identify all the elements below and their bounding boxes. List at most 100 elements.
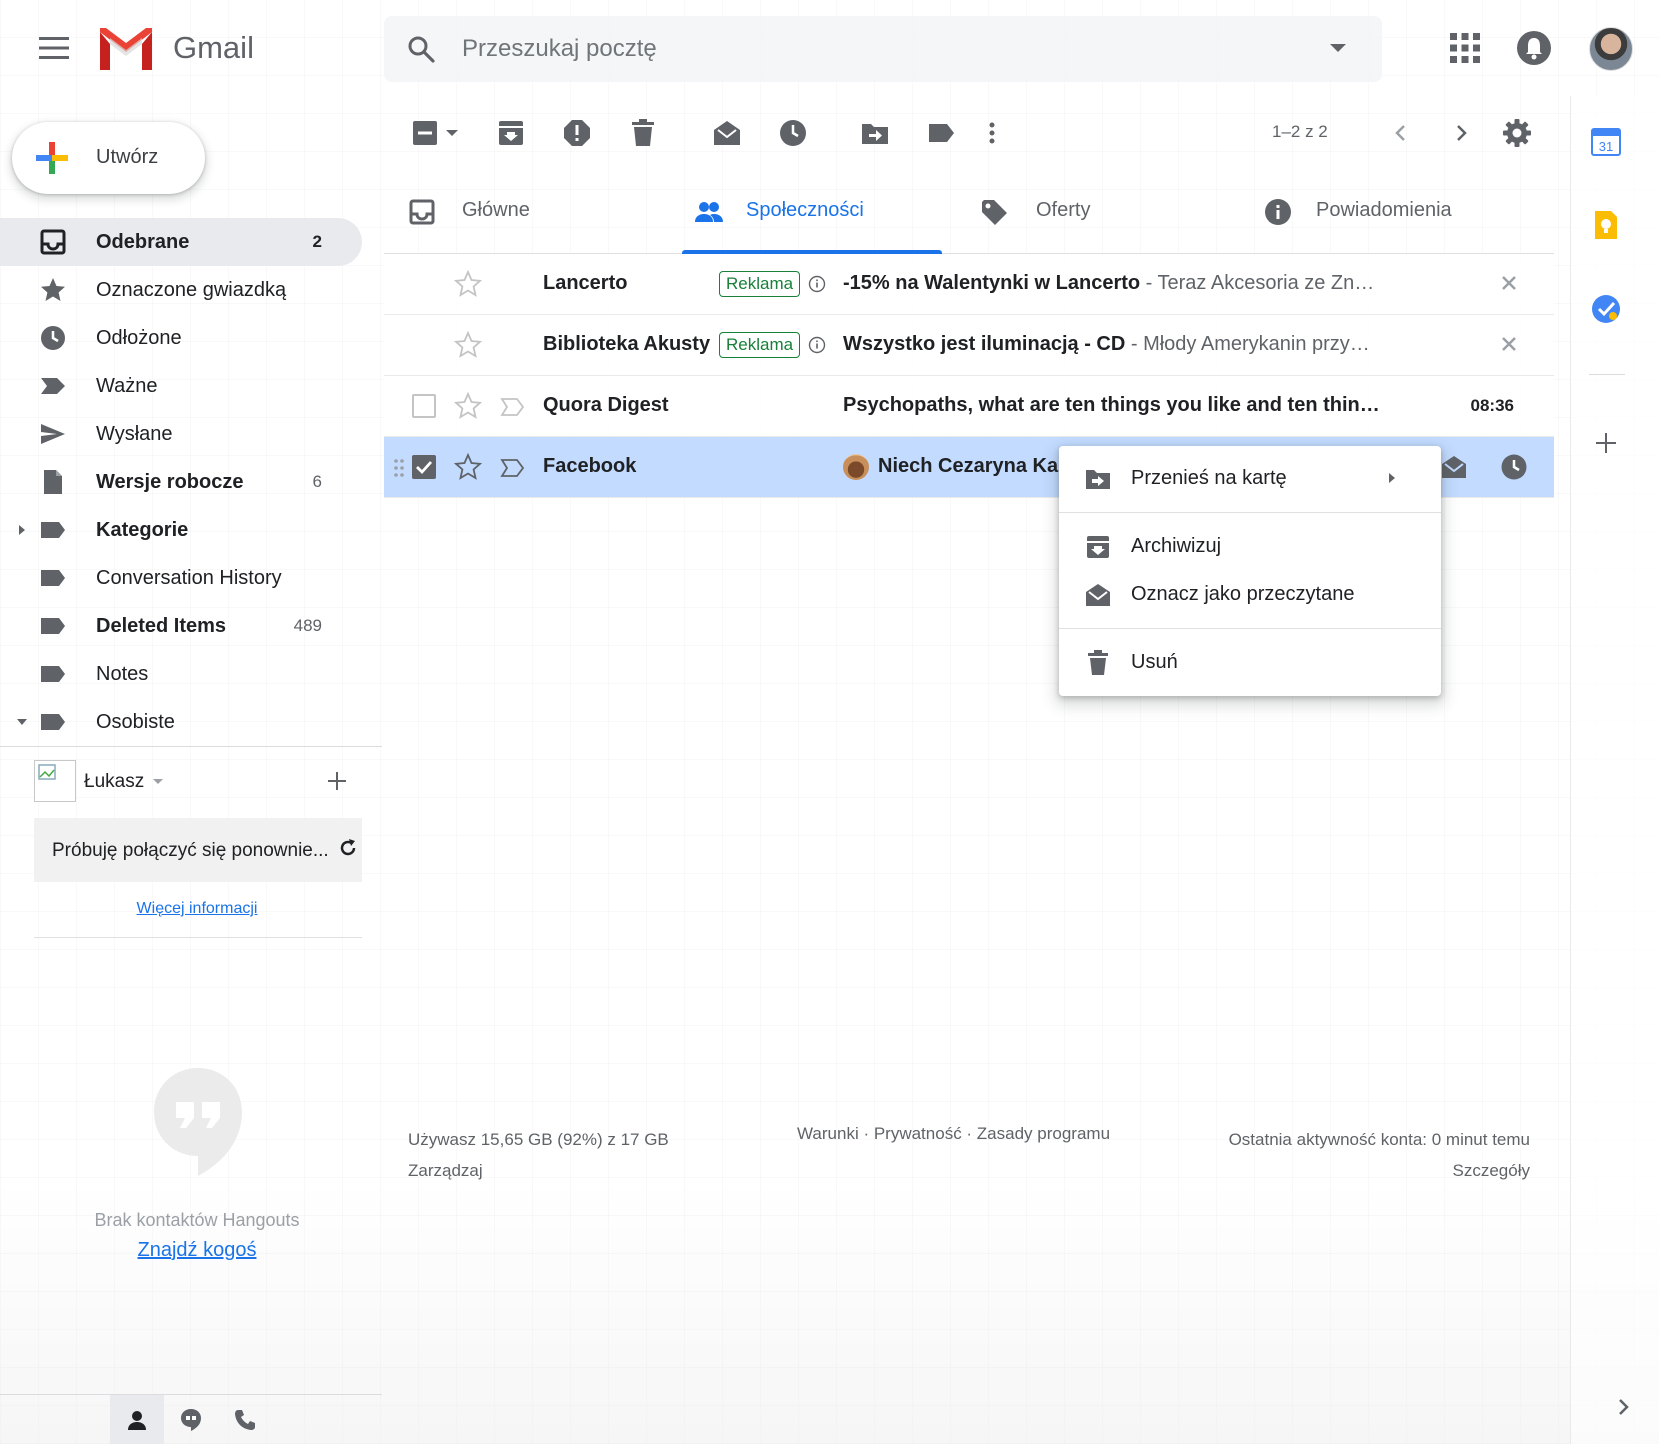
ad-info-icon[interactable]	[808, 336, 826, 354]
nav-item-notes[interactable]: Notes	[0, 650, 362, 698]
mark-read-icon[interactable]	[1440, 453, 1468, 481]
account-avatar[interactable]	[1589, 27, 1633, 71]
nav-item-inbox[interactable]: Odebrane 2	[0, 218, 362, 266]
ad-info-icon[interactable]	[808, 275, 826, 293]
notifications-bell-icon[interactable]	[1516, 30, 1552, 66]
find-someone-link[interactable]: Znajdź kogoś	[0, 1239, 394, 1262]
row-checkbox-checked[interactable]	[412, 455, 436, 479]
more-info-link[interactable]: Więcej informacji	[0, 900, 394, 918]
nav-item-conversation-history[interactable]: Conversation History	[0, 554, 362, 602]
star-outline-icon[interactable]	[454, 392, 482, 420]
nav-item-sent[interactable]: Wysłane	[0, 410, 362, 458]
report-spam-icon[interactable]	[562, 118, 592, 148]
email-subject-line: -15% na Walentynki w Lancerto - Teraz Ak…	[843, 272, 1433, 295]
divider	[0, 746, 382, 747]
star-outline-icon[interactable]	[454, 453, 482, 481]
hangouts-user[interactable]: Łukasz	[34, 760, 364, 804]
settings-gear-icon[interactable]	[1502, 118, 1532, 148]
drag-handle-icon[interactable]	[392, 457, 406, 479]
star-outline-icon[interactable]	[454, 270, 482, 298]
last-activity-text: Ostatnia aktywność konta: 0 minut temu	[1228, 1130, 1530, 1149]
row-checkbox[interactable]	[412, 394, 436, 418]
tab-social[interactable]: Społeczności	[682, 170, 942, 254]
tab-contacts[interactable]	[110, 1395, 164, 1444]
email-sender: Biblioteka Akusty	[543, 333, 711, 355]
email-time: 08:36	[1470, 396, 1514, 415]
menu-item-move-to-tab[interactable]: Przenieś na kartę	[1059, 454, 1441, 502]
label-icon	[40, 517, 66, 543]
add-contact-icon[interactable]	[324, 768, 350, 794]
label-icon	[40, 613, 66, 639]
send-icon	[40, 421, 66, 447]
app-name: Gmail	[173, 30, 254, 65]
snooze-icon[interactable]	[778, 118, 808, 148]
mark-read-icon[interactable]	[712, 118, 742, 148]
star-outline-icon[interactable]	[454, 331, 482, 359]
compose-button[interactable]: Utwórz	[12, 122, 205, 194]
nav-item-drafts[interactable]: Wersje robocze 6	[0, 458, 362, 506]
tab-updates[interactable]: Powiadomienia	[1264, 170, 1554, 254]
label-as-icon[interactable]	[926, 118, 956, 148]
refresh-icon[interactable]	[338, 838, 358, 858]
tab-primary[interactable]: Główne	[384, 170, 642, 254]
dismiss-ad-icon[interactable]	[1500, 274, 1518, 292]
archive-icon[interactable]	[496, 118, 526, 148]
hangouts-user-name[interactable]: Łukasz	[84, 771, 144, 793]
activity-details-link[interactable]: Szczegóły	[1453, 1161, 1530, 1180]
nav-item-personal[interactable]: Osobiste	[0, 698, 362, 746]
newer-chevron-left-icon[interactable]	[1386, 118, 1416, 148]
calendar-icon[interactable]: 31	[1589, 124, 1623, 158]
menu-item-mark-read[interactable]: Oznacz jako przeczytane	[1059, 570, 1441, 618]
collapse-arrow-icon[interactable]	[15, 715, 29, 729]
submenu-arrow-icon	[1387, 472, 1397, 484]
email-subject: Psychopaths, what are ten things you lik…	[843, 394, 1380, 416]
no-contacts-text: Brak kontaktów Hangouts	[94, 1210, 300, 1230]
manage-storage-link[interactable]: Zarządzaj	[408, 1161, 483, 1180]
search-options-caret-icon[interactable]	[1328, 42, 1348, 56]
menu-item-delete[interactable]: Usuń	[1059, 638, 1441, 686]
tag-icon	[980, 198, 1008, 226]
move-to-icon[interactable]	[860, 118, 890, 148]
dismiss-ad-icon[interactable]	[1500, 335, 1518, 353]
select-options-caret-icon[interactable]	[444, 118, 460, 148]
tab-conversations[interactable]	[164, 1395, 218, 1444]
main-menu-icon[interactable]	[36, 30, 72, 66]
nav-item-deleted-items[interactable]: Deleted Items 489	[0, 602, 362, 650]
email-row[interactable]: Biblioteka Akusty Reklama Wszystko jest …	[384, 315, 1554, 376]
snooze-icon[interactable]	[1500, 453, 1528, 481]
nav-label: Wysłane	[96, 422, 173, 445]
more-vertical-icon[interactable]	[984, 118, 1000, 148]
google-apps-icon[interactable]	[1448, 31, 1482, 65]
gmail-logo-icon[interactable]	[96, 26, 156, 72]
tasks-icon[interactable]	[1589, 292, 1623, 326]
delete-icon[interactable]	[628, 118, 658, 148]
important-marker-icon[interactable]	[500, 396, 526, 418]
cake-emoji-icon	[843, 454, 869, 480]
menu-item-archive[interactable]: Archiwizuj	[1059, 522, 1441, 570]
select-all-checkbox-icon[interactable]	[410, 118, 440, 148]
older-chevron-right-icon[interactable]	[1446, 118, 1476, 148]
storage-info: Używasz 15,65 GB (92%) z 17 GB Zarządzaj	[408, 1124, 669, 1186]
search-icon[interactable]	[404, 32, 438, 66]
email-sender: Facebook	[543, 455, 637, 477]
chevron-down-icon[interactable]	[152, 778, 164, 786]
nav-item-categories[interactable]: Kategorie	[0, 506, 362, 554]
tab-phone[interactable]	[218, 1395, 272, 1444]
expand-arrow-icon[interactable]	[15, 523, 29, 537]
nav-item-important[interactable]: Ważne	[0, 362, 362, 410]
collapse-side-panel-chevron-icon[interactable]	[1615, 1396, 1633, 1418]
email-row[interactable]: Quora Digest Psychopaths, what are ten t…	[384, 376, 1554, 437]
hangouts-bottom-tabs	[0, 1394, 382, 1444]
nav-count: 2	[312, 232, 322, 251]
nav-item-snoozed[interactable]: Odłożone	[0, 314, 362, 362]
terms-links[interactable]: Warunki · Prywatność · Zasady programu	[797, 1124, 1110, 1144]
add-addon-icon[interactable]	[1589, 426, 1623, 460]
phone-icon	[234, 1409, 256, 1431]
keep-icon[interactable]	[1589, 208, 1623, 242]
hangouts-bubble-icon	[152, 1066, 244, 1178]
nav-item-starred[interactable]: Oznaczone gwiazdką	[0, 266, 362, 314]
important-marker-icon[interactable]	[500, 457, 526, 479]
tab-promotions[interactable]: Oferty	[980, 170, 1230, 254]
email-row[interactable]: Lancerto Reklama -15% na Walentynki w La…	[384, 254, 1554, 315]
search-input[interactable]	[462, 30, 1262, 68]
